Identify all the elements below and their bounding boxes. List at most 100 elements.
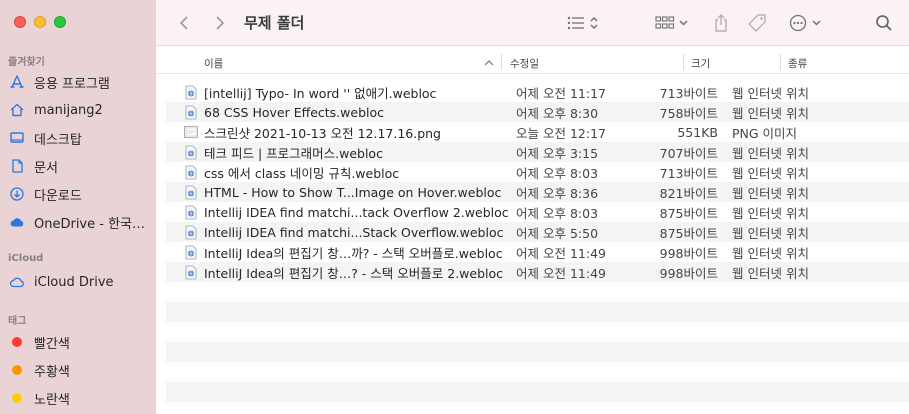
tag-color-dot-icon xyxy=(8,333,26,351)
file-row[interactable]: Intellij IDEA find matchi...tack Overflo… xyxy=(166,202,909,222)
empty-row xyxy=(166,382,909,402)
sidebar-tag-yellow[interactable]: 노란색 xyxy=(8,386,152,410)
file-row[interactable]: Intellij IDEA find matchi...Stack Overfl… xyxy=(166,222,909,242)
file-kind: 웹 인터넷 위치 xyxy=(732,85,809,101)
tags-button[interactable] xyxy=(746,11,768,35)
minimize-window-button[interactable] xyxy=(34,16,46,28)
file-row[interactable]: IntelliJ Idea의 편집기 창…? - 스택 오버플로 2.weblo… xyxy=(166,262,909,282)
file-date: 어제 오전 11:49 xyxy=(516,265,606,281)
grid-view-icon xyxy=(655,16,688,29)
empty-row xyxy=(166,302,909,322)
share-button[interactable] xyxy=(712,11,730,35)
sidebar-item-label: OneDrive - 한국… xyxy=(34,216,146,232)
action-menu-button[interactable] xyxy=(788,11,826,35)
webloc-file-icon xyxy=(184,84,198,100)
sidebar-item-home[interactable]: manijang2 xyxy=(8,98,152,122)
window-controls xyxy=(14,16,66,28)
sidebar-item-label: iCloud Drive xyxy=(34,274,114,290)
tag-color-dot-icon xyxy=(8,389,26,407)
file-row[interactable]: HTML - How to Show T...Image on Hover.we… xyxy=(166,182,909,202)
empty-row xyxy=(166,322,909,342)
file-row[interactable]: 68 CSS Hover Effects.webloc 어제 오후 8:30 758… xyxy=(166,102,909,122)
column-divider[interactable] xyxy=(501,54,502,70)
icloud-icon xyxy=(8,273,26,291)
file-row[interactable]: css 에서 class 네이밍 규칙.webloc 어제 오후 8:03 713바… xyxy=(166,162,909,182)
file-kind: 웹 인터넷 위치 xyxy=(732,185,809,201)
tags-section-label: 태그 xyxy=(8,316,27,327)
column-header-bar: 이름 수정일 크기 종류 xyxy=(156,50,909,74)
file-name: Intellij IDEA find matchi...tack Overflo… xyxy=(204,204,509,220)
file-row[interactable]: 스크린샷 2021-10-13 오전 12.17.16.png 오늘 오전 12:… xyxy=(166,122,909,142)
webloc-file-icon xyxy=(184,144,198,160)
file-row[interactable]: IntelliJ Idea의 편집기 창…까? - 스택 오버플로.webloc… xyxy=(166,242,909,262)
sidebar-item-applications[interactable]: 응용 프로그램 xyxy=(8,70,152,94)
file-kind: PNG 이미지 xyxy=(732,125,798,141)
column-header-kind[interactable]: 종류 xyxy=(788,56,807,71)
applications-icon xyxy=(8,73,26,91)
column-header-size[interactable]: 크기 xyxy=(691,56,710,71)
chevron-left-icon xyxy=(179,16,188,30)
file-size: 713바이트 xyxy=(659,165,718,181)
file-kind: 웹 인터넷 위치 xyxy=(732,205,809,221)
column-header-date[interactable]: 수정일 xyxy=(510,56,539,71)
view-options-button[interactable] xyxy=(564,11,604,35)
file-size: 758바이트 xyxy=(659,105,718,121)
group-button[interactable] xyxy=(654,11,692,35)
empty-row xyxy=(166,342,909,362)
home-icon xyxy=(8,101,26,119)
sidebar-item-label: 다운로드 xyxy=(34,188,82,204)
column-divider[interactable] xyxy=(683,54,684,70)
file-date: 어제 오후 8:03 xyxy=(516,205,599,221)
file-date: 오늘 오전 12:17 xyxy=(516,125,606,141)
maximize-window-button[interactable] xyxy=(54,16,66,28)
sidebar-item-downloads[interactable]: 다운로드 xyxy=(8,182,152,206)
column-header-name[interactable]: 이름 xyxy=(204,56,223,71)
file-name: Intellij IDEA find matchi...Stack Overfl… xyxy=(204,224,504,240)
file-row[interactable]: 테크 피드 | 프로그래머스.webloc 어제 오후 3:15 707바이트 웹 인… xyxy=(166,142,909,162)
webloc-file-icon xyxy=(184,204,198,220)
sidebar-item-label: 빨간색 xyxy=(34,336,70,352)
sidebar-item-desktop[interactable]: 데스크탑 xyxy=(8,126,152,150)
webloc-file-icon xyxy=(184,184,198,200)
webloc-file-icon xyxy=(184,164,198,180)
file-date: 어제 오후 8:36 xyxy=(516,185,599,201)
close-window-button[interactable] xyxy=(14,16,26,28)
file-date: 어제 오후 8:30 xyxy=(516,105,599,121)
sidebar-tag-orange[interactable]: 주황색 xyxy=(8,358,152,382)
sidebar: 즐겨찾기 응용 프로그램 manijang2 데스크탑 문서 다운로드 OneD… xyxy=(0,0,156,414)
file-date: 어제 오전 11:17 xyxy=(516,85,606,101)
sidebar-item-documents[interactable]: 문서 xyxy=(8,154,152,178)
search-icon xyxy=(876,15,892,31)
desktop-icon xyxy=(8,129,26,147)
file-kind: 웹 인터넷 위치 xyxy=(732,245,809,261)
forward-button[interactable] xyxy=(212,11,228,35)
sidebar-tag-red[interactable]: 빨간색 xyxy=(8,330,152,354)
file-kind: 웹 인터넷 위치 xyxy=(732,105,809,121)
search-button[interactable] xyxy=(874,11,894,35)
cloud-icon xyxy=(8,213,26,231)
sidebar-item-label: 데스크탑 xyxy=(34,132,82,148)
toolbar: 무제 폴더 xyxy=(156,0,909,46)
sidebar-item-icloud-drive[interactable]: iCloud Drive xyxy=(8,270,152,294)
sidebar-item-label: 응용 프로그램 xyxy=(34,76,110,92)
sidebar-item-label: 노란색 xyxy=(34,392,70,408)
icloud-section-label: iCloud xyxy=(8,253,44,264)
sidebar-item-label: 주황색 xyxy=(34,364,70,380)
file-name: HTML - How to Show T...Image on Hover.we… xyxy=(204,184,502,200)
file-row[interactable]: [intellij] Typo- In word '' 없애기.webloc 어제… xyxy=(166,82,909,102)
webloc-file-icon xyxy=(184,244,198,260)
sort-ascending-icon[interactable] xyxy=(484,59,494,66)
file-list: [intellij] Typo- In word '' 없애기.webloc 어제… xyxy=(166,82,909,402)
file-name: IntelliJ Idea의 편집기 창…? - 스택 오버플로 2.weblo… xyxy=(204,265,504,281)
column-divider[interactable] xyxy=(780,54,781,70)
sidebar-item-onedrive[interactable]: OneDrive - 한국… xyxy=(8,210,152,234)
file-kind: 웹 인터넷 위치 xyxy=(732,265,809,281)
webloc-file-icon xyxy=(184,224,198,240)
share-icon xyxy=(715,14,727,32)
file-size: 875바이트 xyxy=(659,205,718,221)
file-size: 998바이트 xyxy=(659,245,718,261)
file-name: 테크 피드 | 프로그래머스.webloc xyxy=(204,145,383,161)
file-size: 875바이트 xyxy=(659,225,718,241)
empty-row xyxy=(166,362,909,382)
back-button[interactable] xyxy=(176,11,192,35)
